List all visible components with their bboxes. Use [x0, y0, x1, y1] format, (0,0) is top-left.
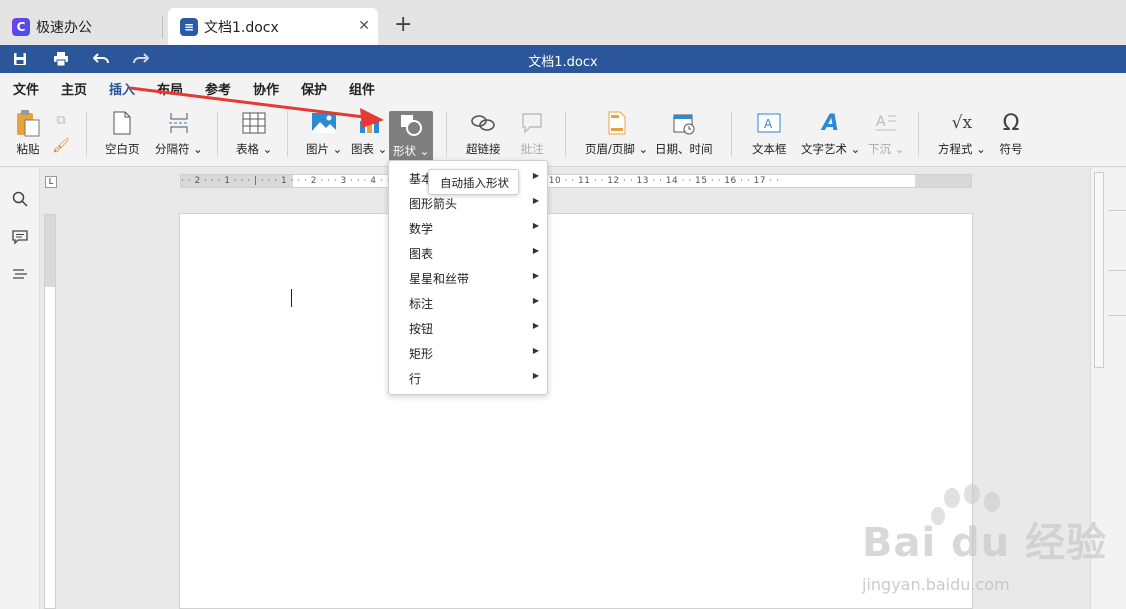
watermark-url: jingyan.baidu.com [862, 575, 1010, 594]
annotation-arrow-head [360, 108, 384, 128]
watermark-text: Bai du 经验 [862, 520, 1108, 566]
annotation-arrow-shaft [129, 86, 373, 120]
